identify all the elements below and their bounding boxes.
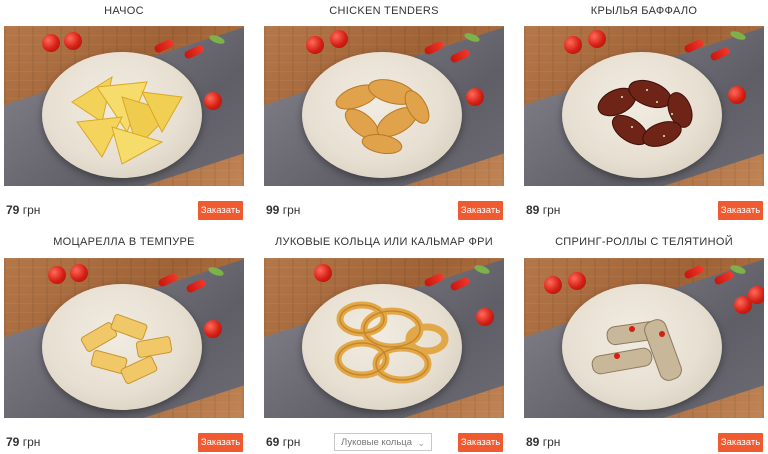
order-button[interactable]: Заказать xyxy=(198,433,243,452)
product-price: 89 грн xyxy=(526,435,561,449)
chevron-down-icon: ⌄ xyxy=(417,438,425,448)
product-image-mozzarella[interactable] xyxy=(4,258,244,418)
product-card-mozzarella: МОЦАРЕЛЛА В ТЕМПУРЕ xyxy=(4,232,244,249)
product-price: 79 грн xyxy=(6,435,41,449)
product-image-chicken-tenders[interactable] xyxy=(264,26,504,186)
order-button[interactable]: Заказать xyxy=(458,201,503,220)
product-card-nachos: НАЧОС xyxy=(4,0,244,18)
order-button[interactable]: Заказать xyxy=(458,433,503,452)
product-price: 79 грн xyxy=(6,203,41,217)
product-title: МОЦАРЕЛЛА В ТЕМПУРЕ xyxy=(53,236,195,248)
product-title: CHICKEN TENDERS xyxy=(329,5,439,17)
product-card-onion-rings: ЛУКОВЫЕ КОЛЬЦА ИЛИ КАЛЬМАР ФРИ xyxy=(264,232,504,249)
order-button[interactable]: Заказать xyxy=(198,201,243,220)
product-price: 99 грн xyxy=(266,203,301,217)
product-title: СПРИНГ-РОЛЛЫ С ТЕЛЯТИНОЙ xyxy=(555,236,733,248)
product-image-onion-rings[interactable] xyxy=(264,258,504,418)
product-card-chicken-tenders: CHICKEN TENDERS xyxy=(264,0,504,18)
product-card-buffalo-wings: КРЫЛЬЯ БАФФАЛО xyxy=(524,0,764,18)
order-button[interactable]: Заказать xyxy=(718,201,763,220)
order-button[interactable]: Заказать xyxy=(718,433,763,452)
variant-select-value: Луковые кольца xyxy=(341,437,412,448)
product-title: ЛУКОВЫЕ КОЛЬЦА ИЛИ КАЛЬМАР ФРИ xyxy=(275,236,493,248)
product-card-spring-rolls: СПРИНГ-РОЛЛЫ С ТЕЛЯТИНОЙ xyxy=(524,232,764,249)
product-price: 89 грн xyxy=(526,203,561,217)
product-image-nachos[interactable] xyxy=(4,26,244,186)
variant-select[interactable]: Луковые кольца ⌄ xyxy=(334,433,432,451)
product-price: 69 грн xyxy=(266,435,301,449)
product-title: КРЫЛЬЯ БАФФАЛО xyxy=(590,5,698,17)
product-title: НАЧОС xyxy=(104,5,144,17)
product-image-buffalo-wings[interactable] xyxy=(524,26,764,186)
product-image-spring-rolls[interactable] xyxy=(524,258,764,418)
